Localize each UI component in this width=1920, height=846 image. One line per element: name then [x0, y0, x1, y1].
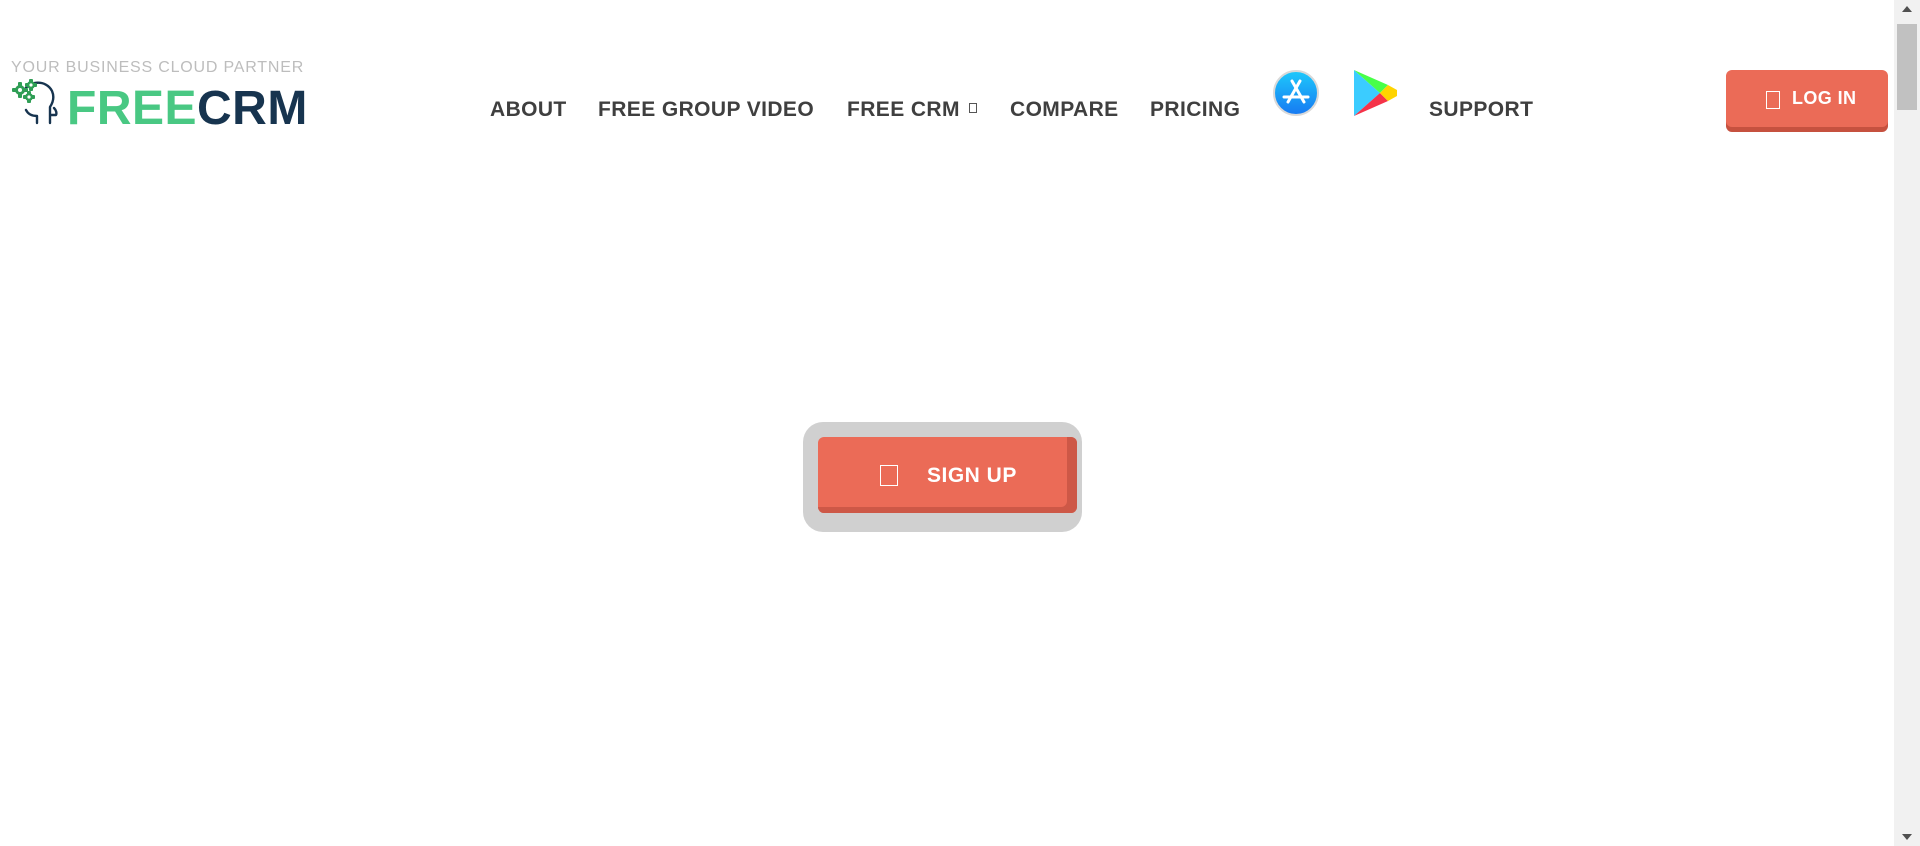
scrollbar-thumb[interactable] — [1897, 24, 1917, 110]
google-play-icon[interactable] — [1352, 68, 1398, 118]
logo[interactable]: YOUR BUSINESS CLOUD PARTNER FREECRM — [10, 57, 310, 137]
login-button[interactable]: LOG IN — [1726, 70, 1888, 127]
scroll-up-arrow-icon[interactable] — [1902, 6, 1912, 12]
login-button-label: LOG IN — [1792, 88, 1857, 108]
scroll-down-arrow-icon[interactable] — [1902, 834, 1912, 840]
head-gears-icon — [12, 79, 58, 125]
nav-free-group-video[interactable]: FREE GROUP VIDEO — [598, 98, 814, 122]
nav-support[interactable]: SUPPORT — [1429, 98, 1533, 122]
vertical-scrollbar[interactable] — [1894, 0, 1920, 846]
page: YOUR BUSINESS CLOUD PARTNER FREECRM ABOU… — [0, 0, 1920, 846]
logo-tagline: YOUR BUSINESS CLOUD PARTNER — [11, 59, 305, 76]
sign-in-icon — [1766, 91, 1780, 109]
chevron-down-icon — [968, 103, 977, 113]
nav-free-crm-label: FREE CRM — [847, 98, 960, 121]
brand-free: FREE — [67, 82, 198, 135]
nav-free-crm[interactable]: FREE CRM — [847, 98, 977, 122]
signup-button-frame: SIGN UP — [803, 422, 1082, 532]
app-store-icon[interactable] — [1272, 69, 1320, 117]
user-plus-icon — [880, 465, 898, 486]
signup-button-label: SIGN UP — [927, 464, 1017, 487]
signup-button[interactable]: SIGN UP — [818, 437, 1077, 513]
brand-crm: CRM — [197, 82, 308, 135]
nav-pricing[interactable]: PRICING — [1150, 98, 1240, 122]
nav-about[interactable]: ABOUT — [490, 98, 567, 122]
brand-name: FREECRM — [67, 85, 308, 133]
nav-compare[interactable]: COMPARE — [1010, 98, 1119, 122]
